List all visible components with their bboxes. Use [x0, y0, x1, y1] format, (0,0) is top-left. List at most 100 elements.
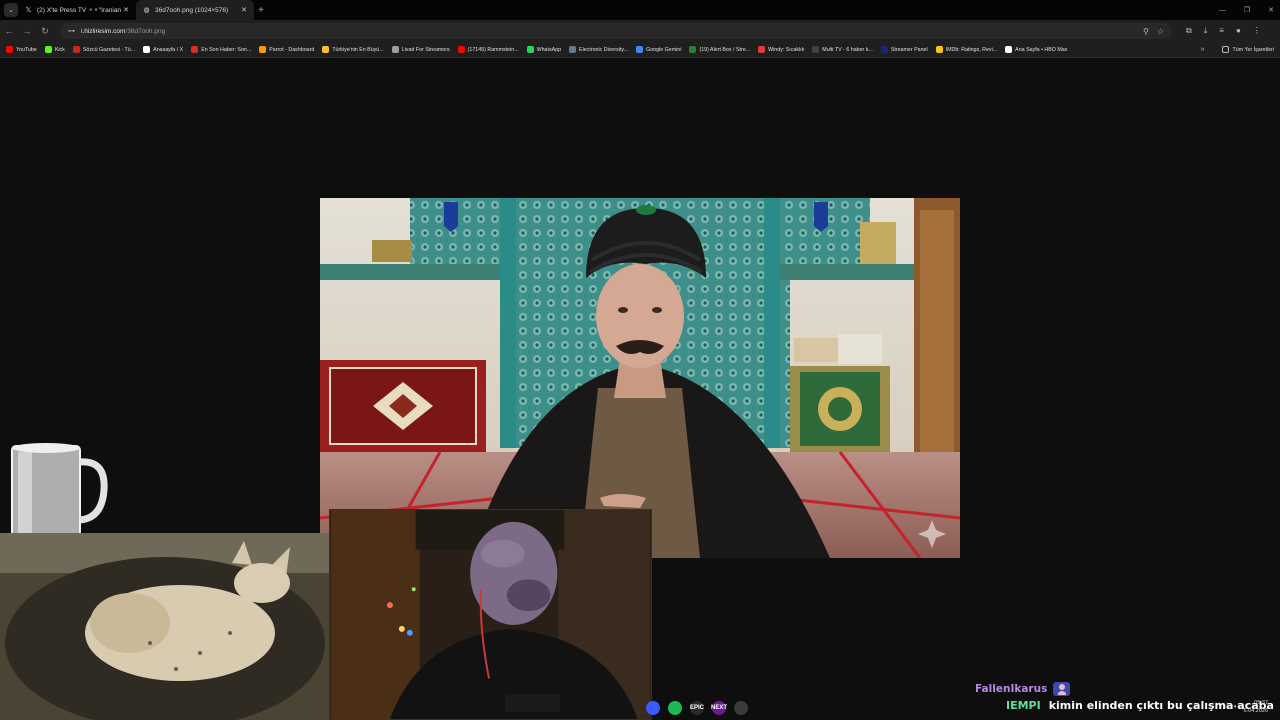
beer-mug-overlay: [11, 443, 108, 543]
bookmark-favicon-icon: [526, 46, 534, 53]
bookmark-label: En Son Haber: Son...: [201, 46, 252, 53]
bookmark-favicon-icon: [689, 46, 697, 53]
site-info-icon[interactable]: ⊶: [68, 27, 75, 35]
folder-icon: [1222, 46, 1230, 53]
chevron-down-icon: ⌄: [8, 7, 14, 14]
tab-image[interactable]: ◍ 36d7ooh.png (1024×576) ✕: [136, 0, 254, 20]
taskbar: EPIC NEXT: [646, 698, 748, 718]
close-window-icon[interactable]: ✕: [1268, 6, 1274, 14]
bookmark-label: Windy: Sıcaklık: [768, 46, 805, 53]
volume-icon[interactable]: 🔈︎: [1234, 704, 1238, 711]
tab-title: 36d7ooh.png (1024×576): [155, 6, 229, 14]
tab-title: (2) X'te Press TV ⚬⚬"Iranian m: [37, 7, 122, 14]
x-logo-icon: 𝕏: [25, 7, 32, 14]
bookmark-favicon-icon: [322, 46, 330, 53]
avatar: [1053, 682, 1071, 696]
obs-icon[interactable]: [734, 701, 748, 715]
bookmark-favicon-icon: [191, 46, 199, 53]
bookmark-item[interactable]: Anasayfa / X: [143, 46, 183, 53]
bookmark-label: Google Gemini: [646, 46, 682, 53]
more-bookmarks-icon[interactable]: »: [1201, 46, 1205, 53]
bookmark-favicon-icon: [391, 46, 399, 53]
app-icon[interactable]: [646, 701, 660, 715]
bookmark-item[interactable]: (19) Alert Box / Stre...: [689, 46, 750, 53]
bookmark-favicon-icon: [569, 46, 577, 53]
forward-icon[interactable]: →: [18, 26, 36, 36]
close-icon[interactable]: ✕: [122, 6, 130, 14]
close-icon[interactable]: ✕: [240, 6, 248, 14]
system-tray: ⌂ 🔈︎ 05:37 6.04.2026: [1224, 699, 1268, 715]
bookmark-favicon-icon: [1005, 46, 1013, 53]
url-host: i.hizliresim.com: [81, 27, 126, 35]
bookmark-item[interactable]: Windy: Sıcaklık: [758, 46, 804, 53]
bookmark-item[interactable]: Kick: [44, 46, 65, 53]
bookmark-favicon-icon: [636, 46, 644, 53]
bookmark-item[interactable]: IMDb: Ratings, Revi...: [935, 46, 997, 53]
zoom-icon[interactable]: ⚲: [1143, 27, 1149, 36]
bookmark-favicon-icon: [457, 46, 465, 53]
bookmark-label: Tüm Yer İşaretleri: [1232, 46, 1274, 53]
bookmark-label: Türkiye'nin En Büyü...: [332, 46, 384, 53]
bookmark-item[interactable]: Türkiye'nin En Büyü...: [322, 46, 384, 53]
bookmark-favicon-icon: [72, 46, 80, 53]
extensions-icon[interactable]: ⧉: [1186, 26, 1192, 36]
bookmark-favicon-icon: [6, 46, 13, 53]
browser-toolbar: ← → ↻ ⊶ i.hizliresim.com /36d7ooh.png ⚲ …: [0, 20, 1280, 42]
bookmark-item[interactable]: Google Gemini: [636, 46, 681, 53]
bookmark-item[interactable]: (17145) Rammstein...: [457, 46, 519, 53]
chat-message-user: IEMPI: [1006, 699, 1041, 712]
window-controls: — ❐ ✕: [1219, 0, 1274, 20]
bookmark-item[interactable]: Streamer Panel: [880, 46, 928, 53]
pet-camera-feed: [0, 533, 330, 720]
displayed-image: [320, 198, 960, 558]
bookmark-label: Anasayfa / X: [153, 46, 184, 53]
tab-strip: ⌄ 𝕏 (2) X'te Press TV ⚬⚬"Iranian m ✕ ◍ 3…: [0, 0, 1280, 20]
reload-icon[interactable]: ↻: [36, 26, 54, 37]
bookmark-star-icon[interactable]: ☆: [1157, 27, 1164, 36]
bookmark-label: Streamer Panel: [890, 46, 928, 53]
address-bar[interactable]: ⊶ i.hizliresim.com /36d7ooh.png ⚲ ☆: [60, 23, 1172, 39]
clock-time: 05:37: [1254, 700, 1268, 706]
bookmark-label: Parrot - Dashboard: [269, 46, 315, 53]
clock[interactable]: 05:37 6.04.2026: [1244, 699, 1268, 715]
back-icon[interactable]: ←: [0, 26, 18, 36]
next-app-icon[interactable]: NEXT: [711, 701, 727, 715]
all-bookmarks-folder[interactable]: Tüm Yer İşaretleri: [1222, 46, 1274, 53]
bookmark-item[interactable]: Multi TV - 6 haber k...: [812, 46, 873, 53]
bookmark-label: YouTube: [16, 46, 37, 53]
bookmark-label: Ana Sayfa • HBO Max: [1015, 46, 1068, 53]
media-controls-icon[interactable]: ≡: [1219, 26, 1224, 36]
bookmark-label: Multi TV - 6 haber k...: [822, 46, 873, 53]
bookmark-item[interactable]: Sözcü Gazetesi - Tü...: [72, 46, 136, 53]
bookmark-item[interactable]: YouTube: [6, 46, 37, 53]
bookmarks-bar: YouTube Kick Sözcü Gazetesi - Tü... Anasayf…: [0, 42, 1280, 58]
bookmark-item[interactable]: Ana Sayfa • HBO Max: [1005, 46, 1067, 53]
globe-icon: ◍: [143, 7, 150, 14]
bookmark-favicon-icon: [812, 46, 820, 53]
download-icon[interactable]: ⤓: [1204, 26, 1208, 36]
bookmark-favicon-icon: [259, 46, 267, 53]
tab-search-button[interactable]: ⌄: [4, 3, 18, 17]
bookmark-item[interactable]: WhatsApp: [526, 46, 562, 53]
bookmark-favicon-icon: [143, 46, 151, 53]
bookmark-item[interactable]: Parrot - Dashboard: [259, 46, 314, 53]
menu-icon[interactable]: ⋮: [1253, 26, 1261, 36]
bookmark-label: Sözcü Gazetesi - Tü...: [82, 46, 136, 53]
bookmark-favicon-icon: [935, 46, 943, 53]
bookmark-label: (19) Alert Box / Stre...: [699, 46, 751, 53]
bookmark-item[interactable]: Livad For Streamers: [391, 46, 450, 53]
bookmark-label: WhatsApp: [536, 46, 562, 53]
minimize-icon[interactable]: —: [1219, 7, 1226, 14]
bookmark-favicon-icon: [880, 46, 888, 53]
profile-icon[interactable]: ●: [1236, 26, 1241, 36]
epic-games-icon[interactable]: EPIC: [690, 701, 704, 715]
bookmark-item[interactable]: Electronic Diversity...: [569, 46, 628, 53]
tab-press-tv[interactable]: 𝕏 (2) X'te Press TV ⚬⚬"Iranian m ✕: [18, 0, 136, 20]
restore-icon[interactable]: ❐: [1244, 6, 1250, 14]
bookmark-label: Kick: [54, 46, 65, 53]
bookmark-item[interactable]: En Son Haber: Son...: [191, 46, 251, 53]
spotify-icon[interactable]: [668, 701, 682, 715]
bookmark-favicon-icon: [758, 46, 766, 53]
network-icon[interactable]: ⌂: [1224, 704, 1228, 710]
new-tab-button[interactable]: +: [254, 5, 268, 16]
